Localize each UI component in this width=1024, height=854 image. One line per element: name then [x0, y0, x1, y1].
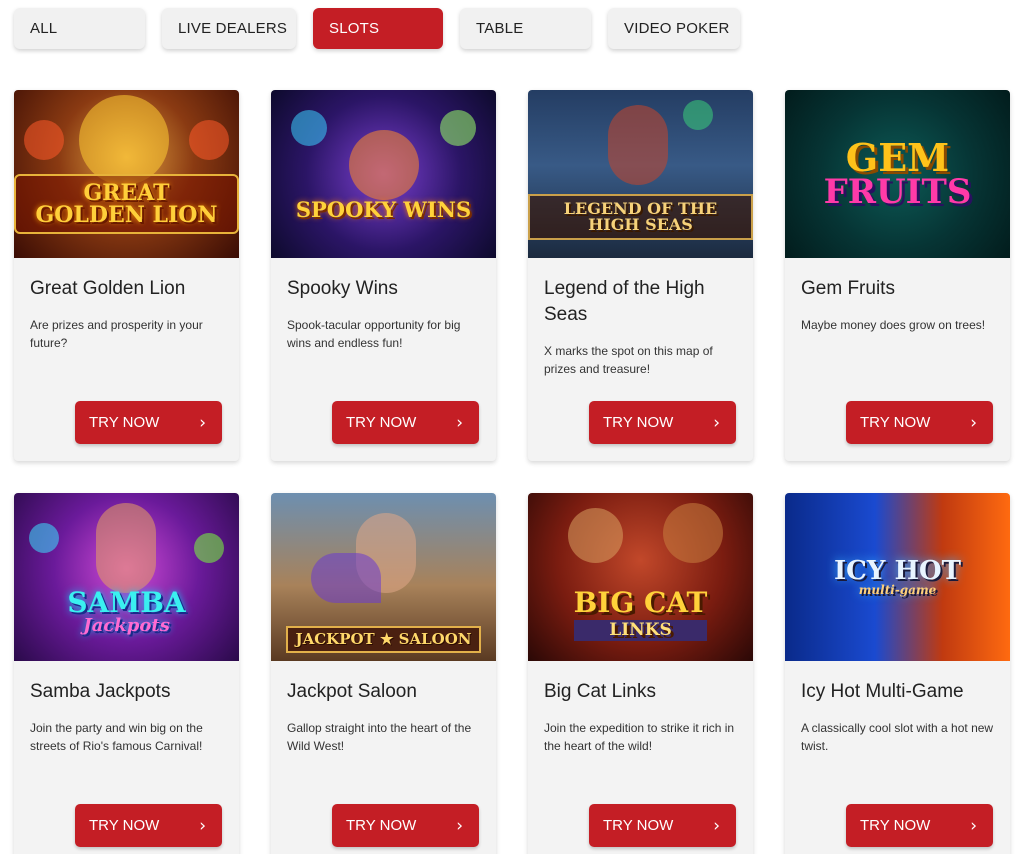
try-now-button[interactable]: TRY NOW › — [332, 804, 479, 847]
game-description: Join the party and win big on the street… — [30, 721, 203, 753]
game-thumbnail[interactable]: GEM FRUITS — [785, 90, 1010, 258]
try-now-button[interactable]: TRY NOW › — [589, 804, 736, 847]
game-title: Jackpot Saloon — [287, 681, 417, 702]
game-logo-bottom: FRUITS — [823, 171, 972, 212]
try-now-button[interactable]: TRY NOW › — [589, 401, 736, 444]
try-now-button[interactable]: TRY NOW › — [846, 804, 993, 847]
tab-table[interactable]: TABLE — [460, 8, 591, 49]
try-now-label: TRY NOW — [860, 817, 931, 834]
try-now-label: TRY NOW — [89, 817, 160, 834]
game-description: Are prizes and prosperity in your future… — [30, 318, 203, 350]
chevron-right-icon: › — [713, 412, 720, 433]
game-card-legend-of-the-high-seas: LEGEND OF THE HIGH SEAS Legend of the Hi… — [528, 90, 753, 461]
game-thumbnail[interactable]: SPOOKY WINS — [271, 90, 496, 258]
try-now-label: TRY NOW — [860, 414, 931, 431]
game-description: Gallop straight into the heart of the Wi… — [287, 721, 472, 753]
game-title: Great Golden Lion — [30, 278, 186, 299]
game-logo: GEM FRUITS — [814, 134, 982, 212]
game-description: Maybe money does grow on trees! — [801, 318, 986, 332]
game-description: X marks the spot on this map of prizes a… — [544, 344, 713, 376]
game-description: Spook-tacular opportunity for big wins a… — [287, 318, 461, 350]
tab-all[interactable]: ALL — [14, 8, 145, 49]
game-card-big-cat-links: BIG CAT LINKS Big Cat Links Join the exp… — [528, 493, 753, 854]
chevron-right-icon: › — [199, 412, 206, 433]
category-filter-tabs: ALL LIVE DEALERS SLOTS TABLE VIDEO POKER — [14, 8, 740, 49]
game-thumbnail[interactable]: SAMBA Jackpots — [14, 493, 239, 661]
try-now-label: TRY NOW — [603, 414, 674, 431]
game-card-gem-fruits: GEM FRUITS Gem Fruits Maybe money does g… — [785, 90, 1010, 461]
game-thumbnail[interactable]: GREAT GOLDEN LION — [14, 90, 239, 258]
game-logo: JACKPOT ★ SALOON — [285, 626, 482, 653]
chevron-right-icon: › — [456, 815, 463, 836]
game-logo: ICY HOT multi-game — [824, 558, 971, 596]
game-title: Gem Fruits — [801, 278, 895, 299]
game-title: Icy Hot Multi-Game — [801, 681, 964, 702]
game-card-great-golden-lion: GREAT GOLDEN LION Great Golden Lion Are … — [14, 90, 239, 461]
game-thumbnail[interactable]: ICY HOT multi-game — [785, 493, 1010, 661]
try-now-label: TRY NOW — [89, 414, 160, 431]
game-logo: BIG CAT LINKS — [564, 585, 718, 641]
tab-live-dealers[interactable]: LIVE DEALERS — [162, 8, 296, 49]
try-now-label: TRY NOW — [346, 817, 417, 834]
try-now-button[interactable]: TRY NOW › — [846, 401, 993, 444]
try-now-button[interactable]: TRY NOW › — [75, 804, 222, 847]
game-logo-top: BIG CAT — [573, 585, 708, 619]
game-title: Samba Jackpots — [30, 681, 171, 702]
game-card-spooky-wins: SPOOKY WINS Spooky Wins Spook-tacular op… — [271, 90, 496, 461]
game-description: Join the expedition to strike it rich in… — [544, 721, 735, 753]
game-logo: GREAT GOLDEN LION — [14, 174, 239, 234]
game-card-samba-jackpots: SAMBA Jackpots Samba Jackpots Join the p… — [14, 493, 239, 854]
chevron-right-icon: › — [970, 815, 977, 836]
game-thumbnail[interactable]: JACKPOT ★ SALOON — [271, 493, 496, 661]
tab-slots[interactable]: SLOTS — [313, 8, 443, 49]
game-logo-top: GEM — [845, 134, 950, 180]
game-grid: GREAT GOLDEN LION Great Golden Lion Are … — [14, 90, 1010, 854]
try-now-label: TRY NOW — [346, 414, 417, 431]
tab-video-poker[interactable]: VIDEO POKER — [608, 8, 740, 49]
game-title: Legend of the High Seas — [544, 278, 705, 325]
game-description: A classically cool slot with a hot new t… — [801, 721, 994, 753]
game-card-jackpot-saloon: JACKPOT ★ SALOON Jackpot Saloon Gallop s… — [271, 493, 496, 854]
game-thumbnail[interactable]: BIG CAT LINKS — [528, 493, 753, 661]
chevron-right-icon: › — [713, 815, 720, 836]
game-logo-bottom: Jackpots — [83, 615, 170, 636]
chevron-right-icon: › — [456, 412, 463, 433]
game-logo: LEGEND OF THE HIGH SEAS — [528, 193, 753, 240]
game-logo-bottom: LINKS — [573, 619, 708, 641]
game-title: Spooky Wins — [287, 278, 398, 299]
game-title: Big Cat Links — [544, 681, 656, 702]
game-logo: SPOOKY WINS — [295, 196, 472, 222]
game-thumbnail[interactable]: LEGEND OF THE HIGH SEAS — [528, 90, 753, 258]
chevron-right-icon: › — [970, 412, 977, 433]
game-logo-top: ICY HOT — [833, 556, 962, 586]
game-logo: SAMBA Jackpots — [57, 589, 195, 635]
game-card-icy-hot-multi-game: ICY HOT multi-game Icy Hot Multi-Game A … — [785, 493, 1010, 854]
try-now-label: TRY NOW — [603, 817, 674, 834]
chevron-right-icon: › — [199, 815, 206, 836]
try-now-button[interactable]: TRY NOW › — [75, 401, 222, 444]
try-now-button[interactable]: TRY NOW › — [332, 401, 479, 444]
